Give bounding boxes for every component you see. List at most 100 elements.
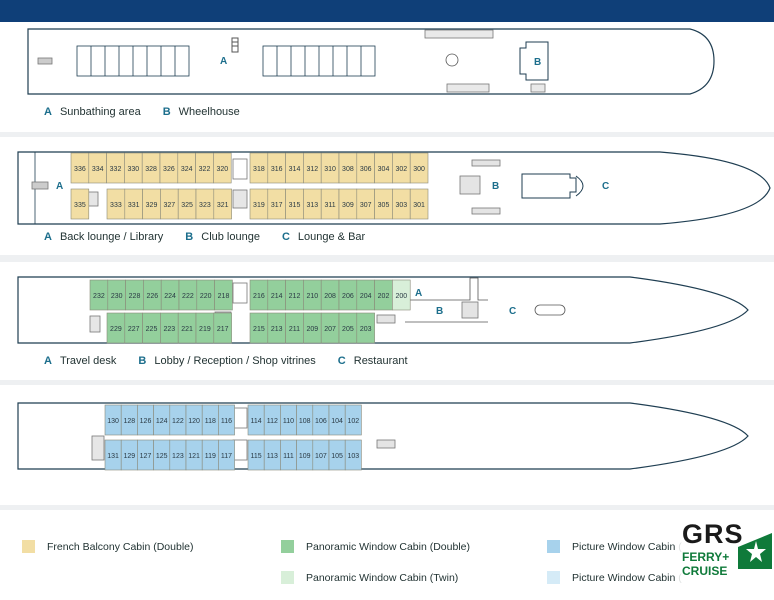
cabin-103: 103	[344, 439, 362, 471]
cabin-number: 210	[306, 293, 318, 300]
cabin-number: 324	[181, 166, 193, 173]
cabin-312: 312	[303, 152, 322, 184]
svg-text:CRUISE: CRUISE	[682, 564, 727, 578]
cabin-319: 319	[249, 188, 269, 220]
cabin-number: 123	[172, 453, 184, 460]
legend-text-wheelhouse: Wheelhouse	[178, 106, 240, 118]
swatch-french-balcony	[22, 540, 35, 553]
cabin-number: 331	[128, 202, 140, 209]
cabin-215: 215	[249, 312, 269, 344]
cabin-number: 334	[92, 166, 104, 173]
cabin-225: 225	[142, 312, 161, 344]
cabin-number: 317	[271, 202, 283, 209]
cabin-116: 116	[218, 404, 235, 436]
cabin-320: 320	[213, 152, 232, 184]
cabin-number: 226	[146, 293, 158, 300]
cabin-119: 119	[201, 439, 219, 471]
cabin-117: 117	[218, 439, 235, 471]
cabin-number: 114	[251, 418, 262, 425]
cabin-number: 121	[188, 453, 200, 460]
deck3-gangway-aft	[31, 181, 49, 190]
cabin-number: 115	[251, 453, 262, 460]
cabin-218: 218	[214, 279, 233, 311]
cabin-301: 301	[409, 188, 429, 220]
swatch-panoramic-double	[281, 540, 294, 553]
legend-text-lobby: Lobby / Reception / Shop vitrines	[154, 355, 316, 367]
cabin-328: 328	[141, 152, 161, 184]
cabin-230: 230	[107, 279, 126, 311]
cabin-212: 212	[285, 279, 304, 311]
cabin-number: 129	[123, 453, 135, 460]
cabin-333: 333	[106, 188, 126, 220]
cabin-110: 110	[280, 404, 297, 436]
cabin-300: 300	[409, 152, 429, 184]
cabin-number: 207	[324, 326, 336, 333]
key-picture-window-light: Picture Window Cabin (	[547, 571, 682, 584]
cabin-number: 118	[205, 418, 216, 425]
cabin-334: 334	[88, 152, 107, 184]
cabin-number: 319	[253, 202, 265, 209]
cabin-number: 302	[395, 166, 407, 173]
key-panoramic-double: Panoramic Window Cabin (Double)	[281, 540, 470, 553]
swatch-panoramic-twin	[281, 571, 294, 584]
cabin-number: 304	[378, 166, 390, 173]
cabin-305: 305	[374, 188, 393, 220]
sun-area-label-a: A	[220, 56, 227, 67]
cabin-203: 203	[356, 312, 375, 344]
cabin-number: 124	[156, 418, 168, 425]
legend-text-travel-desk: Travel desk	[59, 355, 117, 367]
cabin-number: 203	[360, 326, 372, 333]
cabin-number: 225	[146, 326, 158, 333]
cabin-number: 315	[289, 202, 301, 209]
cabin-104: 104	[328, 404, 346, 436]
cabin-108: 108	[296, 404, 314, 436]
cabin-number: 113	[267, 453, 278, 460]
cabin-number: 316	[271, 166, 283, 173]
cabin-number: 104	[331, 418, 343, 425]
cabin-number: 112	[267, 418, 278, 425]
cabin-223: 223	[160, 312, 179, 344]
cabin-219: 219	[195, 312, 215, 344]
key-label: Picture Window Cabin (	[572, 540, 682, 553]
cabin-number: 318	[253, 166, 265, 173]
cabin-number: 202	[378, 293, 390, 300]
cabin-number: 306	[360, 166, 372, 173]
deck3-legend: A Back lounge / Library B Club lounge C …	[44, 231, 365, 243]
cabin-number: 103	[347, 453, 359, 460]
svg-text:FERRY+: FERRY+	[682, 550, 729, 564]
cabin-209: 209	[303, 312, 322, 344]
deck3-area-label-c: C	[602, 181, 609, 192]
cabin-number: 106	[315, 418, 327, 425]
cabin-120: 120	[185, 404, 203, 436]
cabin-number: 222	[182, 293, 194, 300]
swatch-picture-window-light	[547, 571, 560, 584]
cabin-224: 224	[160, 279, 180, 311]
cabin-332: 332	[106, 152, 125, 184]
cabin-number: 322	[199, 166, 211, 173]
cabin-number: 111	[283, 453, 294, 460]
cabin-number: 323	[199, 202, 211, 209]
cabin-322: 322	[195, 152, 214, 184]
cabin-226: 226	[143, 279, 162, 311]
cabin-202: 202	[374, 279, 393, 311]
cabin-304: 304	[374, 152, 393, 184]
cabin-122: 122	[169, 404, 187, 436]
legend-letter: C	[337, 355, 346, 367]
sun-deck-hull	[27, 28, 715, 95]
cabin-number: 217	[217, 326, 229, 333]
cabin-number: 321	[217, 202, 229, 209]
cabin-208: 208	[320, 279, 340, 311]
swatch-picture-window-dark	[547, 540, 560, 553]
cabin-number: 229	[110, 326, 122, 333]
cabin-323: 323	[195, 188, 215, 220]
legend-text-club-lounge: Club lounge	[201, 231, 260, 243]
cabin-number: 125	[156, 453, 168, 460]
cabin-102: 102	[344, 404, 362, 436]
cabin-number: 108	[299, 418, 311, 425]
cabin-number: 336	[74, 166, 86, 173]
cabin-204: 204	[356, 279, 375, 311]
cabin-130: 130	[104, 404, 122, 436]
cabin-number: 300	[413, 166, 425, 173]
cabin-336: 336	[70, 152, 90, 184]
grs-logo: GRS FERRY+ CRUISE	[676, 515, 774, 600]
